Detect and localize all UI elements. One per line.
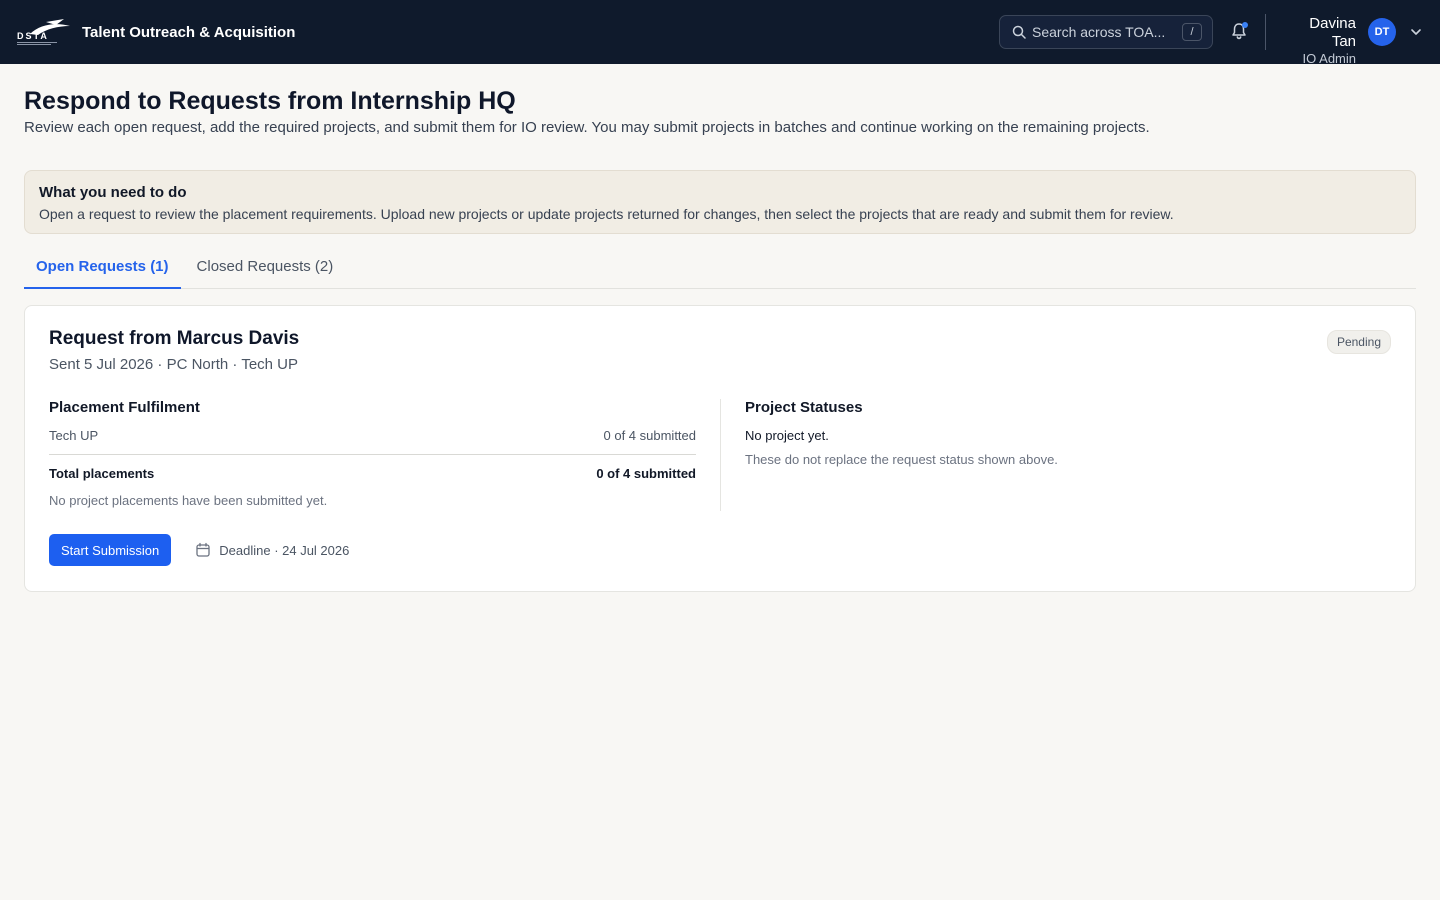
notifications-bell-icon[interactable] — [1229, 21, 1249, 41]
avatar[interactable]: DT — [1368, 18, 1396, 46]
unread-indicator — [1242, 22, 1248, 28]
instructions-title: What you need to do — [39, 184, 187, 201]
page-subtitle: Review each open request, add the requir… — [24, 119, 1150, 136]
project-status-text: No project yet. — [745, 428, 829, 443]
user-info[interactable]: Davina Tan IO Admin — [1282, 15, 1356, 66]
instructions-text: Open a request to review the placement r… — [39, 206, 1174, 222]
start-submission-button[interactable]: Start Submission — [49, 534, 172, 566]
tab-open-requests[interactable]: Open Requests (1) — [24, 252, 181, 289]
request-card: Request from Marcus Davis Sent 5 Jul 202… — [24, 305, 1416, 592]
page-title: Respond to Requests from Internship HQ — [24, 87, 516, 115]
row-label: Tech UP — [49, 428, 99, 443]
top-bar: DSTA Talent Outreach & Acquisition / Dav… — [0, 0, 1440, 66]
global-search[interactable]: / — [999, 15, 1213, 49]
instructions-panel: What you need to do Open a request to re… — [24, 170, 1416, 234]
logo-text: DSTA — [17, 31, 49, 41]
request-meta: Sent 5 Jul 2026 · PC North · Tech UP — [49, 356, 299, 373]
search-shortcut-key: / — [1182, 23, 1202, 41]
search-icon — [1012, 25, 1026, 39]
deadline-text: Deadline · 24 Jul 2026 — [219, 542, 350, 558]
dsta-logo[interactable]: DSTA — [16, 16, 72, 48]
request-details: Placement Fulfilment Tech UP 0 of 4 subm… — [49, 399, 1391, 511]
table-row: Tech UP 0 of 4 submitted — [49, 428, 696, 455]
total-label: Total placements — [49, 466, 155, 481]
fulfilment-title: Placement Fulfilment — [49, 399, 200, 416]
main-content: Respond to Requests from Internship HQ R… — [0, 86, 1440, 592]
deadline: Deadline · 24 Jul 2026 — [195, 542, 349, 558]
header-divider — [1265, 14, 1266, 50]
request-actions: Start Submission Deadline · 24 Jul 2026 — [49, 534, 1391, 566]
tab-closed-requests[interactable]: Closed Requests (2) — [185, 252, 346, 289]
project-status-note: These do not replace the request status … — [745, 452, 1058, 467]
project-statuses: Project Statuses No project yet. These d… — [745, 399, 1391, 511]
app-title: Talent Outreach & Acquisition — [82, 23, 296, 41]
row-value: 0 of 4 submitted — [603, 428, 697, 443]
user-name: Davina Tan — [1309, 15, 1356, 50]
request-title: Request from Marcus Davis — [49, 328, 300, 349]
project-statuses-title: Project Statuses — [745, 399, 863, 416]
request-tabs: Open Requests (1) Closed Requests (2) — [24, 252, 1416, 289]
total-value: 0 of 4 submitted — [596, 466, 696, 481]
total-row: Total placements 0 of 4 submitted — [49, 466, 696, 482]
search-input[interactable] — [1032, 24, 1182, 40]
status-badge: Pending — [1326, 330, 1391, 354]
user-role: IO Admin — [1302, 51, 1356, 66]
fulfilment-note: No project placements have been submitte… — [49, 493, 328, 508]
placement-fulfilment: Placement Fulfilment Tech UP 0 of 4 subm… — [49, 399, 696, 511]
chevron-down-icon[interactable] — [1409, 25, 1423, 39]
column-divider — [720, 399, 721, 511]
calendar-icon — [195, 542, 211, 558]
